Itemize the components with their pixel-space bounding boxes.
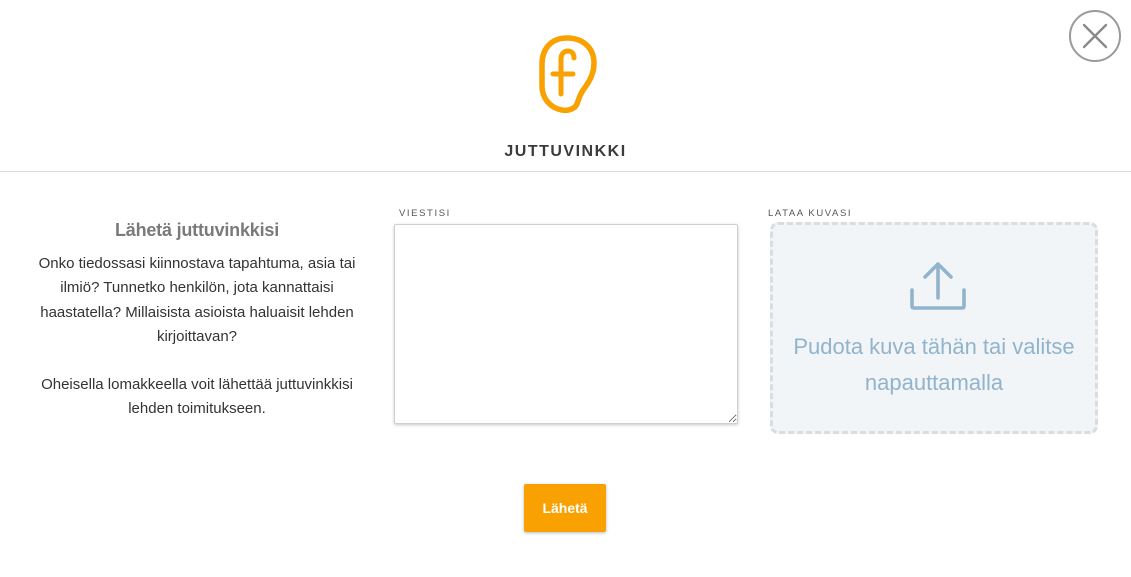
message-textarea[interactable] bbox=[394, 224, 738, 424]
intro-section: Lähetä juttuvinkkisi Onko tiedossasi kii… bbox=[22, 220, 372, 422]
submit-button[interactable]: Lähetä bbox=[524, 484, 606, 532]
message-label: VIESTISI bbox=[399, 208, 451, 219]
page-title: JUTTUVINKKI bbox=[504, 143, 627, 160]
intro-paragraph-2: Oheisella lomakkeella voit lähettää jutt… bbox=[41, 376, 353, 418]
header-divider bbox=[0, 171, 1131, 172]
close-button[interactable] bbox=[1069, 10, 1121, 62]
upload-icon bbox=[910, 262, 966, 310]
close-icon bbox=[1082, 23, 1108, 49]
upload-label: LATAA KUVASI bbox=[768, 208, 853, 219]
image-dropzone[interactable]: Pudota kuva tähän tai valitse napauttama… bbox=[770, 222, 1098, 434]
intro-heading: Lähetä juttuvinkkisi bbox=[114, 220, 280, 240]
ear-icon bbox=[539, 35, 597, 114]
intro-paragraph-1: Onko tiedossasi kiinnostava tapahtuma, a… bbox=[38, 255, 356, 345]
dropzone-text: Pudota kuva tähän tai valitse napauttama… bbox=[793, 334, 1075, 395]
